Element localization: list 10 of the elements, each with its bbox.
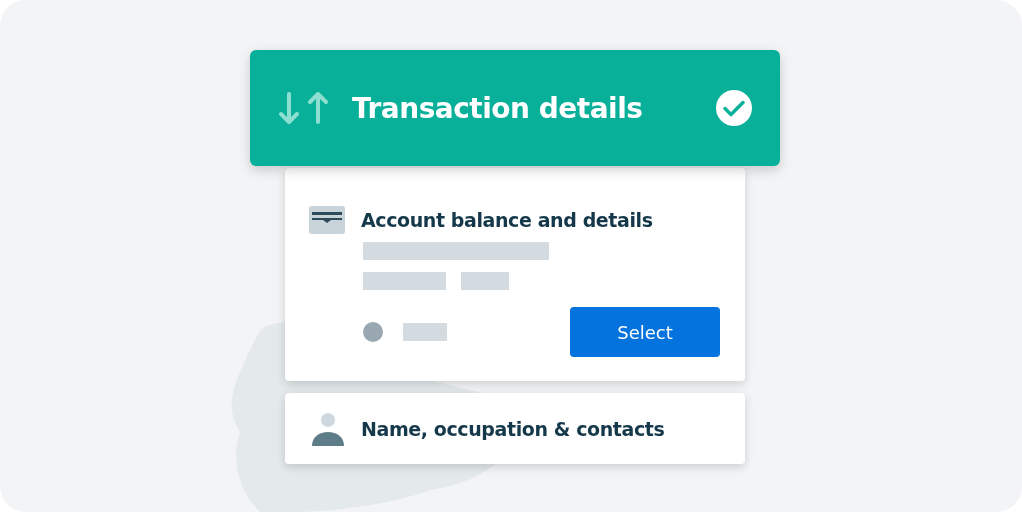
person-icon [311, 412, 345, 446]
section-title: Name, occupation & contacts [361, 418, 665, 440]
placeholder-bar [461, 272, 509, 290]
card-icon [309, 206, 345, 234]
section-title: Account balance and details [361, 209, 653, 231]
sort-arrows-icon [278, 91, 330, 125]
status-dot [363, 322, 383, 342]
placeholder-bar [403, 323, 447, 341]
header-title: Transaction details [352, 91, 644, 125]
select-button[interactable]: Select [570, 307, 720, 357]
